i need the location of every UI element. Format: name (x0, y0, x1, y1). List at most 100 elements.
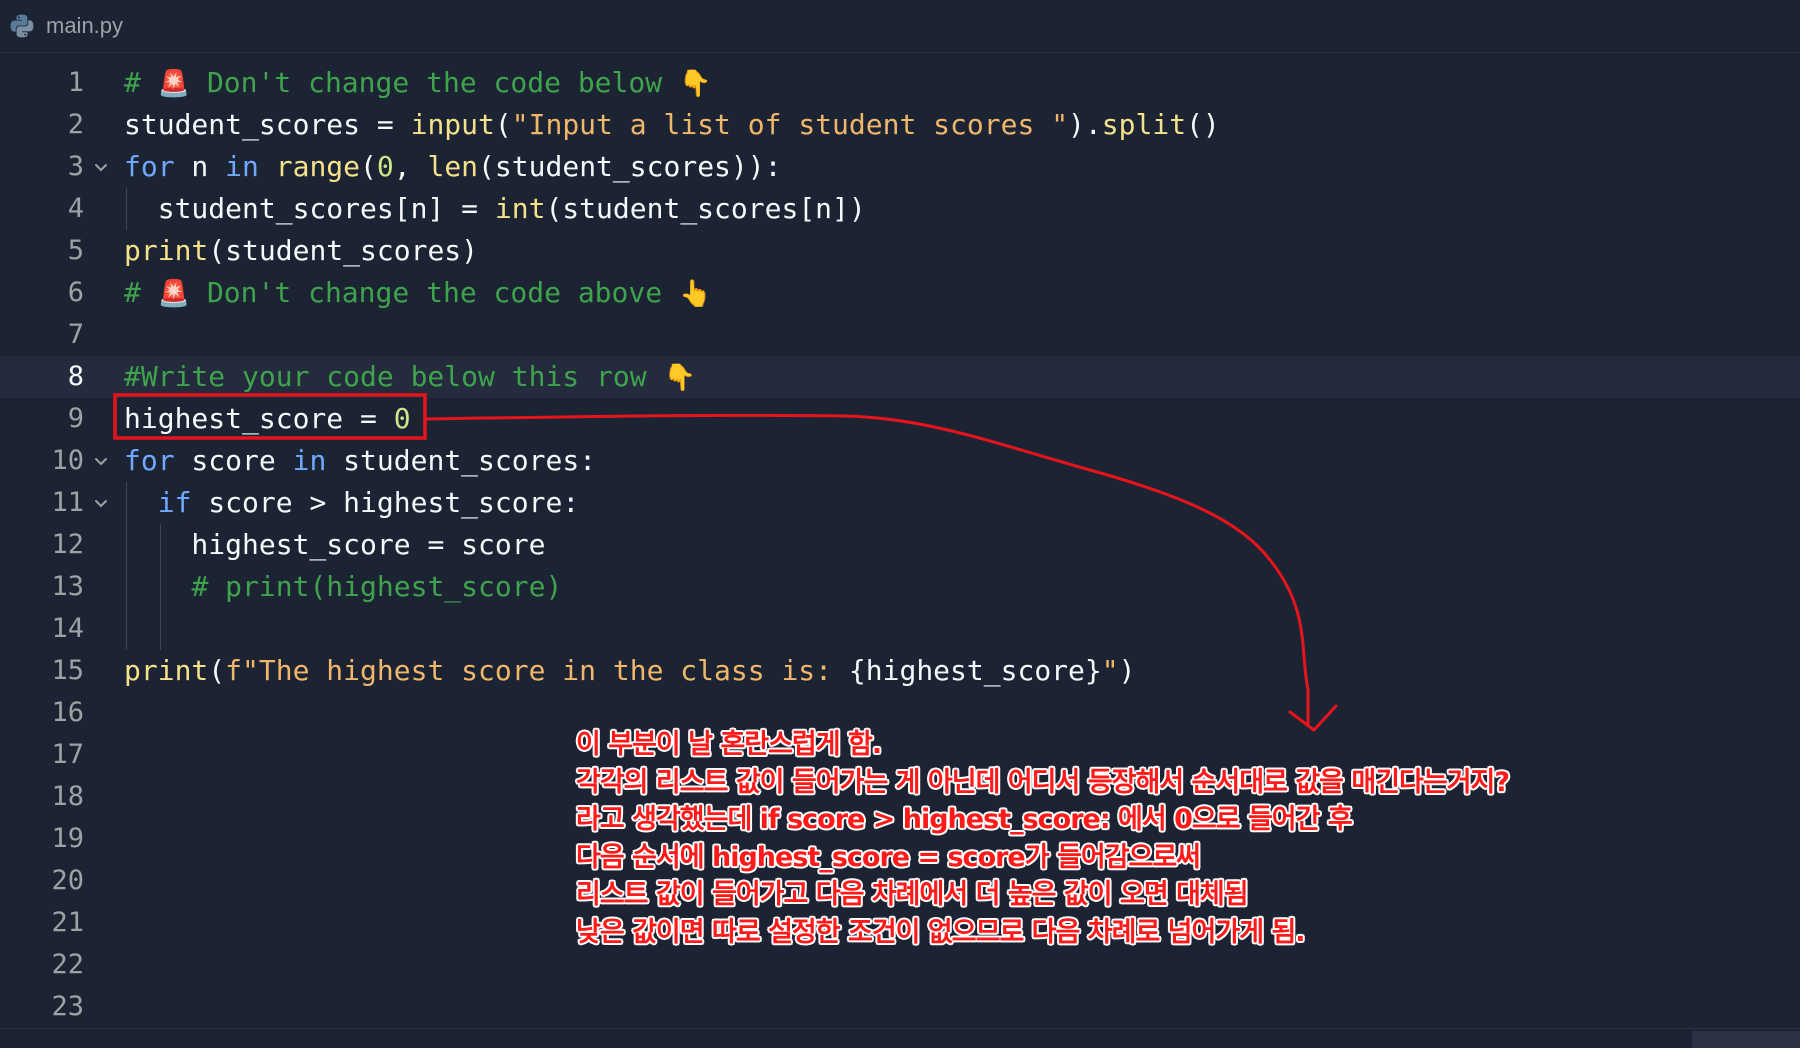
code-line[interactable]: 7 (0, 314, 1800, 356)
tab-main-py[interactable]: main.py (0, 0, 139, 52)
code-token: # (124, 276, 158, 309)
code-token: () (1186, 108, 1220, 141)
note-line: 다음 순서에 highest_score = score가 들어감으로써 (576, 841, 1201, 873)
code-token: in (225, 150, 259, 183)
line-number: 1 (67, 67, 84, 98)
line-number: 17 (51, 739, 84, 770)
line-number: 14 (51, 613, 84, 644)
indent-guide (126, 482, 127, 650)
code-token: input (410, 108, 495, 141)
line-number: 18 (51, 781, 84, 812)
code-token: score (174, 444, 293, 477)
code-token: " (1101, 654, 1119, 687)
tab-bar: main.py (0, 0, 1800, 53)
line-number: 6 (67, 277, 84, 308)
code-line[interactable]: 5 print(student_scores) (0, 230, 1800, 272)
code-text: highest_score = score (124, 524, 545, 566)
code-text: print(f"The highest score in the class i… (124, 650, 1135, 692)
line-number: 15 (51, 655, 84, 686)
line-number: 16 (51, 697, 84, 728)
line-number: 3 (67, 151, 84, 182)
code-line[interactable]: 6 # 🚨 Don't change the code above 👆 (0, 272, 1800, 314)
line-number: 9 (67, 403, 84, 434)
code-token: highest_score (124, 402, 361, 435)
code-token: #Write your code below this row (124, 360, 664, 393)
code-line[interactable]: 4 student_scores[n] = int(student_scores… (0, 188, 1800, 230)
code-line[interactable]: 23 (0, 986, 1800, 1028)
code-line[interactable]: 14 (0, 608, 1800, 650)
note-line: 이 부분이 날 혼란스럽게 함. (576, 729, 882, 760)
emoji-token: 👇 (663, 363, 696, 393)
line-number: 21 (51, 907, 84, 938)
code-token: ) (1118, 654, 1136, 687)
code-text: for score in student_scores: (124, 440, 596, 482)
code-token: > (309, 486, 344, 519)
code-line[interactable]: 3 for n in range(0, len(student_scores)): (0, 146, 1800, 188)
code-line[interactable]: 9 highest_score = 0 (0, 398, 1800, 440)
indent-guide (126, 188, 127, 230)
code-token: = (376, 108, 411, 141)
code-text: # 🚨 Don't change the code above 👆 (124, 272, 711, 314)
code-token: n (174, 150, 226, 183)
code-token: ( (494, 108, 512, 141)
editor-window: main.py 1 # 🚨 Don't change the code below… (0, 0, 1800, 1048)
note-line: 각각의 리스트 값이 들어가는 게 아닌데 어디서 등장해서 순서대로 값을 매… (576, 766, 1510, 798)
code-token: for (124, 444, 175, 477)
code-token: score (191, 486, 310, 519)
code-line[interactable]: 10 for score in student_scores: (0, 440, 1800, 482)
fold-chevron-icon[interactable] (92, 158, 110, 176)
code-line[interactable]: 1 # 🚨 Don't change the code below 👇 (0, 62, 1800, 104)
code-token: f"The highest score in the class is: (225, 654, 849, 687)
code-line[interactable]: 8 #Write your code below this row 👇 (0, 356, 1800, 398)
code-token: ( (208, 654, 226, 687)
line-number: 5 (67, 235, 84, 266)
code-token: Don't change the code below (190, 66, 679, 99)
code-token: print (124, 654, 209, 687)
code-token: {highest_score} (848, 654, 1102, 687)
code-token: highest_score (124, 528, 428, 561)
code-line[interactable]: 2 student_scores = input("Input a list of… (0, 104, 1800, 146)
line-number: 10 (51, 445, 84, 476)
code-token: (student_scores)): (478, 150, 782, 183)
code-token: if (157, 486, 192, 519)
code-token: in (292, 444, 327, 477)
code-line[interactable]: 11 if score > highest_score: (0, 482, 1800, 524)
tab-filename: main.py (46, 13, 124, 38)
fold-chevron-icon[interactable] (92, 452, 110, 470)
code-text: highest_score = 0 (124, 398, 411, 440)
code-token: = (360, 402, 394, 435)
scrollbar-thumb[interactable] (1692, 1031, 1800, 1048)
line-number: 8 (67, 361, 84, 392)
emoji-token: 🚨 (157, 279, 191, 309)
code-token: Don't change the code above (190, 276, 679, 309)
code-token: = (427, 528, 462, 561)
code-line[interactable]: 12 highest_score = score (0, 524, 1800, 566)
note-line: 낮은 값이면 따로 설정한 조건이 없으므로 다음 차례로 넘어가게 됨. (576, 916, 1306, 948)
code-text: print(student_scores) (124, 230, 478, 272)
code-text: if score > highest_score: (124, 482, 579, 524)
line-number: 4 (67, 193, 84, 224)
code-line[interactable]: 13 # print(highest_score) (0, 566, 1800, 608)
fold-chevron-icon[interactable] (92, 494, 110, 512)
indent-guide (159, 524, 161, 650)
code-token: range (275, 150, 361, 183)
python-icon (10, 14, 34, 38)
code-token: 0 (376, 150, 394, 183)
line-number: 23 (51, 991, 84, 1022)
line-number: 7 (67, 319, 84, 350)
line-number: 20 (51, 865, 84, 896)
code-text: #Write your code below this row 👇 (124, 356, 696, 398)
code-token: student_scores: (326, 444, 597, 477)
line-number: 22 (51, 949, 84, 980)
code-line[interactable]: 15 print(f"The highest score in the class… (0, 650, 1800, 692)
code-text: # 🚨 Don't change the code below 👇 (124, 62, 711, 104)
line-number: 12 (51, 529, 84, 560)
horizontal-scrollbar[interactable] (0, 1028, 1800, 1048)
code-token: 0 (393, 402, 411, 435)
code-token: # print(highest_score) (191, 570, 563, 603)
code-token: "Input a list of student scores " (511, 108, 1069, 141)
code-text: for n in range(0, len(student_scores)): (124, 146, 781, 188)
code-text: student_scores = input("Input a list of … (124, 104, 1220, 146)
code-token: student_scores (124, 108, 377, 141)
